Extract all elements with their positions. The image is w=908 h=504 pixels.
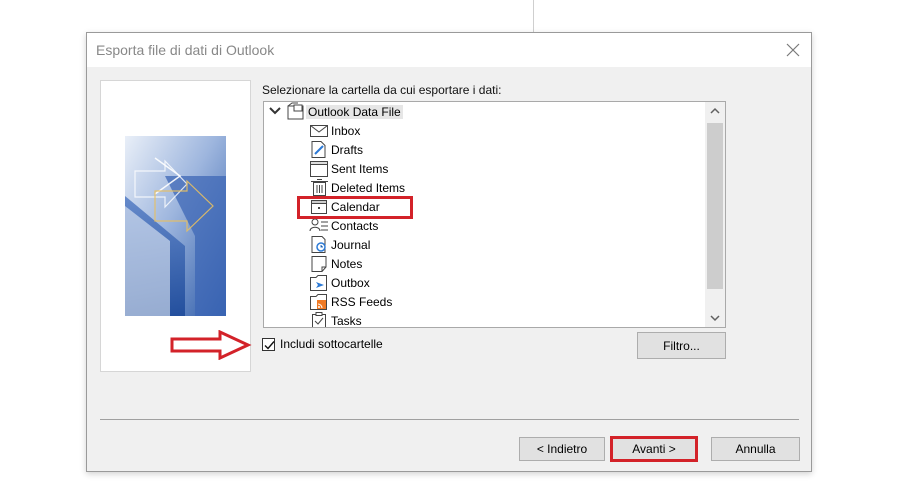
annotation-arrow-icon — [170, 330, 252, 360]
tree-vertical-scrollbar[interactable] — [705, 102, 725, 327]
include-subfolders-option[interactable]: Includi sottocartelle — [262, 337, 383, 351]
cancel-button[interactable]: Annulla — [711, 437, 800, 461]
include-subfolders-checkbox[interactable] — [262, 337, 275, 351]
tree-item-label: RSS Feeds — [331, 294, 393, 309]
drafts-icon — [309, 140, 329, 159]
tree-item-rss-feeds[interactable]: RSS Feeds — [309, 292, 394, 311]
inbox-icon — [309, 121, 329, 140]
dialog-title: Esporta file di dati di Outlook — [96, 42, 275, 58]
chevron-down-icon — [710, 315, 720, 322]
title-bar: Esporta file di dati di Outlook — [87, 33, 811, 67]
back-button[interactable]: < Indietro — [519, 437, 605, 461]
outbox-icon — [309, 273, 329, 292]
tree-root-item[interactable]: Outlook Data File — [286, 102, 403, 121]
tree-item-inbox[interactable]: Inbox — [309, 121, 362, 140]
tree-item-label: Sent Items — [331, 161, 389, 176]
sent-items-icon — [309, 159, 329, 178]
tree-item-drafts[interactable]: Drafts — [309, 140, 365, 159]
rss-feeds-icon — [309, 292, 329, 311]
data-file-icon — [286, 102, 306, 121]
tree-item-label: Outlook Data File — [306, 104, 403, 119]
export-dialog: Esporta file di dati di Outlook Selezion… — [86, 32, 812, 472]
tree-item-label: Outbox — [331, 275, 370, 290]
tree-item-tasks[interactable]: Tasks — [309, 311, 364, 327]
tree-item-outbox[interactable]: Outbox — [309, 273, 372, 292]
tree-item-label: Drafts — [331, 142, 364, 157]
chevron-up-icon — [710, 107, 720, 114]
scroll-thumb[interactable] — [707, 123, 723, 289]
tree-item-deleted-items[interactable]: Deleted Items — [309, 178, 407, 197]
next-button[interactable]: Avanti > — [610, 436, 698, 462]
wizard-graphic — [125, 136, 226, 316]
close-button[interactable] — [779, 36, 807, 64]
tree-item-notes[interactable]: Notes — [309, 254, 364, 273]
tree-item-sent-items[interactable]: Sent Items — [309, 159, 390, 178]
tree-item-label: Tasks — [331, 313, 362, 328]
checkmark-icon — [264, 340, 275, 350]
tree-item-journal[interactable]: Journal — [309, 235, 372, 254]
calendar-highlight-annotation — [297, 196, 413, 219]
expand-collapse-toggle[interactable] — [268, 105, 282, 117]
notes-icon — [309, 254, 329, 273]
deleted-items-icon — [309, 178, 329, 197]
tree-item-label: Notes — [331, 256, 363, 271]
wizard-side-image — [100, 80, 251, 372]
tree-item-label: Contacts — [331, 218, 379, 233]
tasks-icon — [309, 311, 329, 327]
background-divider — [533, 0, 534, 32]
footer-separator — [100, 419, 799, 420]
include-subfolders-label: Includi sottocartelle — [280, 337, 383, 351]
scroll-down-button[interactable] — [705, 309, 725, 327]
scroll-up-button[interactable] — [705, 102, 725, 120]
journal-icon — [309, 235, 329, 254]
close-icon — [786, 43, 800, 57]
tree-item-label: Journal — [331, 237, 371, 252]
folder-prompt: Selezionare la cartella da cui esportare… — [262, 83, 502, 97]
tree-item-label: Inbox — [331, 123, 361, 138]
filter-button[interactable]: Filtro... — [637, 332, 726, 359]
tree-item-label: Deleted Items — [331, 180, 406, 195]
chevron-down-icon — [269, 107, 281, 115]
